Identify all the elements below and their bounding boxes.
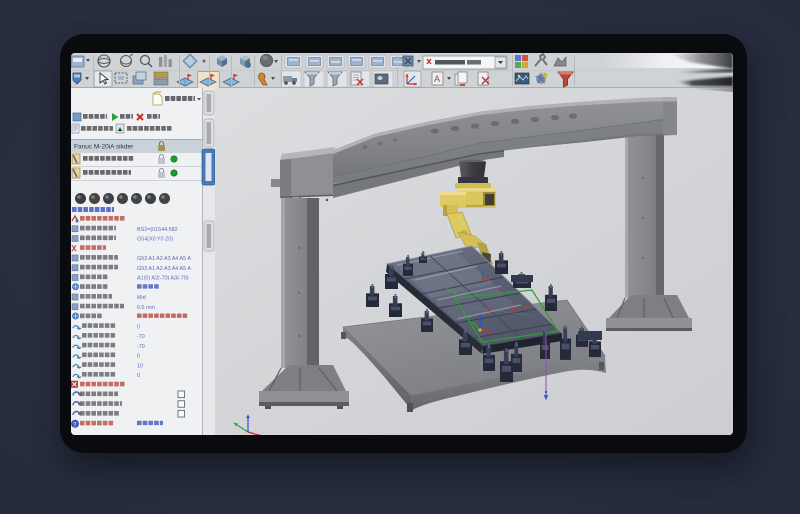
svg-text:A1(0) A2(-70) A3(-70): A1(0) A2(-70) A3(-70) — [137, 276, 189, 282]
svg-text:-70: -70 — [137, 334, 145, 340]
svg-text:G54(X0 Y0 Z0): G54(X0 Y0 Z0) — [137, 237, 173, 243]
svg-text:BS2=(01544.582: BS2=(01544.582 — [137, 227, 178, 233]
svg-text:10: 10 — [137, 363, 143, 369]
svg-text:Mid: Mid — [137, 295, 146, 301]
svg-text:A: A — [434, 74, 440, 84]
svg-text:0: 0 — [137, 324, 140, 330]
svg-text:Fanuc M-20iA sikder: Fanuc M-20iA sikder — [74, 144, 134, 151]
svg-text:0: 0 — [137, 354, 140, 360]
svg-text:0: 0 — [137, 373, 140, 379]
svg-text:-70: -70 — [137, 344, 145, 350]
svg-text:G53 A1 A2 A3 A4 A5 A: G53 A1 A2 A3 A4 A5 A — [137, 256, 191, 262]
svg-text:G53 A1 A2 A3 A4 A5 A: G53 A1 A2 A3 A4 A5 A — [137, 266, 191, 272]
svg-text:0.5 mm: 0.5 mm — [137, 305, 155, 311]
